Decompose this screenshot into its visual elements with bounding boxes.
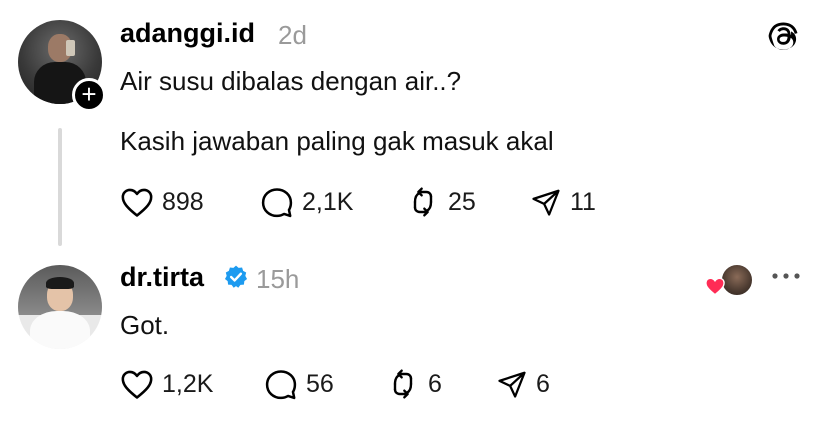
threads-logo-icon[interactable] <box>766 18 800 54</box>
share-count: 11 <box>570 187 596 216</box>
reply-count: 2,1K <box>302 187 354 216</box>
post-text-line-2: Kasih jawaban paling gak masuk akal <box>120 126 554 156</box>
reply-share-count: 6 <box>536 369 550 398</box>
ellipsis-icon[interactable] <box>768 264 804 288</box>
liked-heart-icon <box>705 277 725 296</box>
reply-reply-count: 56 <box>306 369 334 398</box>
reply-text: Got. <box>120 310 170 340</box>
repost-count: 25 <box>448 187 476 216</box>
reply-repost-button[interactable]: 6 <box>386 366 442 402</box>
repost-button[interactable]: 25 <box>406 184 476 220</box>
thread-connector-line <box>58 128 62 246</box>
reply-author-avatar[interactable] <box>18 265 102 349</box>
reply-reply-button[interactable]: 56 <box>264 366 334 402</box>
heart-outline-icon <box>121 188 153 217</box>
reply-username[interactable]: dr.tirta <box>120 262 204 293</box>
paper-plane-icon <box>498 371 526 398</box>
reply-like-button[interactable]: 1,2K <box>120 366 213 402</box>
repost-arrows-icon <box>413 187 433 217</box>
like-count: 898 <box>162 187 204 216</box>
avatar-shirt <box>30 311 90 349</box>
post-username[interactable]: adanggi.id <box>120 18 255 49</box>
like-button[interactable]: 898 <box>120 184 204 220</box>
heart-outline-icon <box>121 370 153 399</box>
avatar-hair <box>46 277 74 289</box>
speech-bubble-icon <box>261 188 293 218</box>
reply-button[interactable]: 2,1K <box>260 184 353 220</box>
paper-plane-icon <box>532 189 560 216</box>
repost-arrows-icon <box>393 369 413 399</box>
reply-share-button[interactable]: 6 <box>496 366 550 402</box>
reply-timestamp: 15h <box>256 264 300 294</box>
post-timestamp: 2d <box>278 20 307 50</box>
post-text-line-1: Air susu dibalas dengan air..? <box>120 66 462 96</box>
share-button[interactable]: 11 <box>530 184 596 220</box>
follow-plus-icon[interactable]: + <box>72 78 106 112</box>
reply-repost-count: 6 <box>428 369 442 398</box>
reply-like-count: 1,2K <box>162 369 214 398</box>
verified-badge-icon <box>224 265 248 288</box>
speech-bubble-icon <box>265 370 297 400</box>
avatar-phone <box>66 40 75 56</box>
